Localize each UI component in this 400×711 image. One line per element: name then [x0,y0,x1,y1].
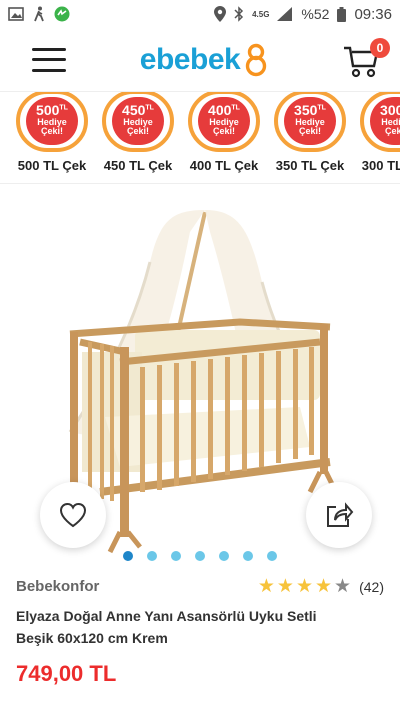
star-icon: ★ [295,576,313,597]
coupon-item[interactable]: 450TL Hediye Çeki! 450 TL Çek [100,92,176,183]
share-button[interactable] [306,482,372,548]
coupon-line2: Çeki! [298,126,321,137]
coupon-label: 350 TL Çek [275,158,345,173]
pagination-dot[interactable] [243,551,253,561]
coupon-badge: 350TL Hediye Çeki! [274,92,346,152]
product-title: Elyaza Doğal Anne Yanı Asansörlü Uyku Se… [16,608,317,646]
pagination-dot[interactable] [147,551,157,561]
coupon-label: 400 TL Çek [189,158,259,173]
coupon-badge: 450TL Hediye Çeki! [102,92,174,152]
clock: 09:36 [354,5,392,23]
bluetooth-icon [234,6,244,22]
coupon-unit: TL [145,104,154,112]
coupon-amount: 350 [294,102,318,118]
coupon-label: 450 TL Çek [103,158,173,173]
logo-text: ebebek [139,42,241,76]
cart-count-badge: 0 [369,37,390,58]
coupon-line2: Çeki! [40,126,63,137]
heart-icon [59,502,87,528]
location-icon [214,6,227,22]
product-price: 749,00 TL [16,661,117,687]
coupon-amount: 500 [36,102,60,118]
coupon-label: 500 TL Çek [17,158,87,173]
coupon-amount: 400 [208,102,232,118]
pagination-dot[interactable] [195,551,205,561]
app-notification-icon [54,6,70,22]
image-pagination[interactable] [0,551,400,561]
network-type: 4.5G [252,9,270,19]
status-left [8,6,70,22]
coupon-label: 300 TL Çek [361,158,400,173]
favorite-button[interactable] [40,482,106,548]
product-rating[interactable]: ★ ★ ★ ★ ★ (42) [258,577,384,596]
pagination-dot[interactable] [219,551,229,561]
hamburger-menu-icon[interactable] [32,47,66,72]
status-right: 4.5G %52 09:36 [214,6,392,23]
pagination-dot[interactable] [123,551,133,561]
coupon-item[interactable]: 400TL Hediye Çeki! 400 TL Çek [186,92,262,183]
ebebek-logo[interactable]: ebebek [140,43,268,77]
coupon-badge: 500TL Hediye Çeki! [16,92,88,152]
star-icon: ★ [334,576,352,597]
product-image-gallery[interactable] [0,192,400,567]
coupon-item[interactable]: 350TL Hediye Çeki! 350 TL Çek [272,92,348,183]
pagination-dot[interactable] [267,551,277,561]
coupon-item[interactable]: 500TL Hediye Çeki! 500 TL Çek [14,92,90,183]
star-icon: ★ [276,576,294,597]
share-icon [327,502,354,527]
star-icon: ★ [315,576,333,597]
coupon-amount: 450 [122,102,146,118]
coupon-badge: 300TL Hediye Çeki! [360,92,400,152]
logo-mark-icon [245,43,267,76]
pagination-dot[interactable] [171,551,181,561]
coupon-line2: Çeki! [212,126,235,137]
coupon-unit: TL [317,104,326,112]
status-bar: 4.5G %52 09:36 [0,0,400,28]
coupon-badge: 400TL Hediye Çeki! [188,92,260,152]
signal-icon [277,7,293,21]
app-header: ebebek 0 [0,28,400,92]
cart-button[interactable]: 0 [342,37,390,80]
battery-percent: %52 [301,6,330,22]
rating-count: (42) [359,578,384,595]
coupon-line2: Çeki! [126,126,149,137]
coupon-unit: TL [231,104,240,112]
coupon-item[interactable]: 300TL Hediye Çeki! 300 TL Çek [358,92,400,183]
product-info: Bebekonfor ★ ★ ★ ★ ★ (42) Elyaza Doğal Anne Y… [0,567,400,687]
battery-icon [337,6,347,22]
walking-icon [34,6,44,22]
star-icon: ★ [257,576,275,597]
coupon-line2: Çeki! [384,126,400,137]
gallery-icon [8,7,24,21]
coupon-amount: 300 [380,102,400,118]
coupon-unit: TL [59,104,68,112]
coupon-carousel[interactable]: 500TL Hediye Çeki! 500 TL Çek 450TL Hedi… [0,92,400,184]
product-brand[interactable]: Bebekonfor [16,578,99,595]
